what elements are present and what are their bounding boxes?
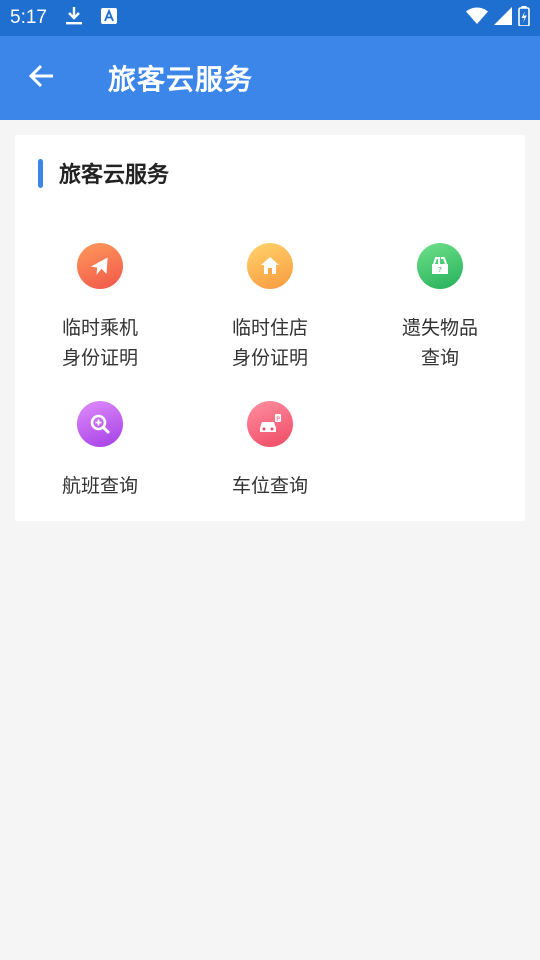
lost-item-box-icon: ? [417,243,463,289]
service-flight-query[interactable]: 航班查询 [15,401,185,501]
svg-text:P: P [276,416,280,423]
service-label: 临时住店 身份证明 [231,317,308,369]
wifi-icon [466,7,488,29]
svg-text:?: ? [438,266,442,274]
section-accent-bar [38,158,43,188]
app-bar: 旅客云服务 [0,36,540,120]
services-card: 旅客云服务 临时乘机 身份证明 临时住店 身份证明 ? 遗失物品 查询 航班查询… [15,135,525,521]
service-label: 临时乘机 身份证明 [61,317,138,369]
status-bar: 5:17 [0,0,540,36]
service-parking-query[interactable]: P 车位查询 [185,401,355,501]
service-lost-items[interactable]: ? 遗失物品 查询 [355,243,525,373]
page-title: 旅客云服务 [108,63,254,96]
back-button[interactable] [0,36,84,120]
section-title: 旅客云服务 [59,163,170,188]
service-label: 航班查询 [61,475,138,497]
service-label: 车位查询 [231,475,308,497]
search-icon [77,401,123,447]
font-app-icon [100,8,117,28]
service-temp-flight-id[interactable]: 临时乘机 身份证明 [15,243,185,373]
section-header: 旅客云服务 [38,157,169,189]
status-time: 5:17 [10,7,47,28]
download-icon [65,6,83,30]
airplane-icon [77,243,123,289]
parking-car-icon: P [247,401,293,447]
service-label: 遗失物品 查询 [401,317,478,369]
home-icon [247,243,293,289]
battery-icon [518,6,530,30]
signal-icon [494,7,512,29]
service-temp-hotel-id[interactable]: 临时住店 身份证明 [185,243,355,373]
arrow-left-icon [28,62,56,94]
